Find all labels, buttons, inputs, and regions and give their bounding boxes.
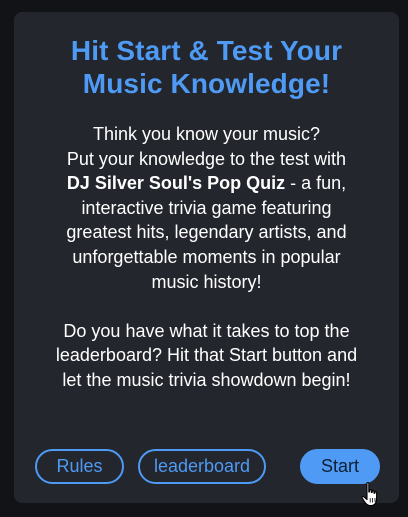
- intro-line-6: unforgettable moments in popular: [72, 246, 341, 267]
- intro-line-2: Put your knowledge to the test with: [66, 148, 347, 169]
- intro-line-4: interactive trivia game featuring: [81, 197, 332, 218]
- start-button[interactable]: Start: [300, 449, 380, 484]
- intro-description: Think you know your music? Put your know…: [32, 122, 381, 393]
- intro-line-3-rest: - a fun,: [285, 173, 347, 194]
- page-title: Hit Start & Test Your Music Knowledge!: [14, 34, 399, 100]
- hand-pointer-cursor-icon: [361, 481, 378, 507]
- title-line-2: Music Knowledge!: [82, 68, 331, 99]
- quiz-name: DJ Silver Soul's Pop Quiz: [66, 173, 286, 194]
- rules-button[interactable]: Rules: [35, 449, 124, 484]
- cta-line-3: let the music trivia showdown begin!: [62, 369, 351, 390]
- intro-line-1: Think you know your music?: [92, 124, 321, 144]
- intro-line-7: music history!: [151, 271, 262, 292]
- cta-line-2: leaderboard? Hit that Start button and: [55, 345, 358, 366]
- leaderboard-button[interactable]: leaderboard: [138, 449, 266, 484]
- intro-line-3: DJ Silver Soul's Pop Quiz - a fun,: [32, 171, 381, 196]
- title-line-1: Hit Start & Test Your: [70, 35, 343, 66]
- quiz-intro-card: Hit Start & Test Your Music Knowledge! T…: [14, 12, 399, 503]
- intro-line-5: greatest hits, legendary artists, and: [66, 222, 347, 243]
- cta-line-1: Do you have what it takes to top the: [63, 320, 350, 341]
